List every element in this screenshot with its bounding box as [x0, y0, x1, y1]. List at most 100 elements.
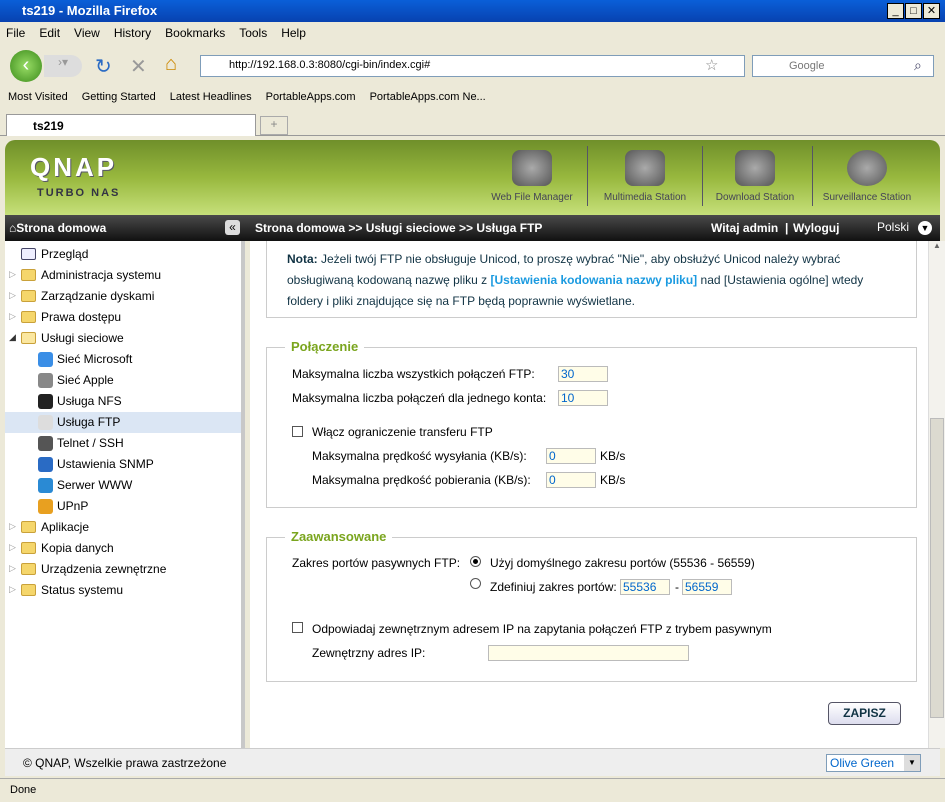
menu-view[interactable]: View	[74, 26, 100, 40]
overview-icon	[21, 248, 36, 260]
new-tab-button[interactable]: +	[260, 116, 288, 135]
app-web-file-manager[interactable]: Web File Manager	[477, 150, 587, 203]
sidebar-item-label: Zarządzanie dyskami	[41, 289, 155, 303]
external-ip-input[interactable]	[488, 645, 689, 661]
reload-icon[interactable]: ↻	[95, 54, 112, 79]
close-button[interactable]: ✕	[923, 3, 940, 19]
bookmark-getting-started[interactable]: Getting Started	[82, 91, 156, 103]
content-area: Nota: Jeżeli twój FTP nie obsługuje Unic…	[250, 241, 928, 748]
app-multimedia-station[interactable]: Multimedia Station	[590, 150, 700, 203]
logout-link[interactable]: Wyloguj	[793, 221, 839, 235]
sidebar-item[interactable]: Ustawienia SNMP	[5, 454, 241, 475]
max-account-input[interactable]: 10	[558, 390, 608, 406]
folder-icon	[21, 542, 36, 554]
note-prefix: Nota:	[287, 252, 318, 266]
service-icon	[38, 352, 53, 367]
surveillance-station-icon	[847, 150, 887, 186]
url-bar[interactable]: http://192.168.0.3:8080/cgi-bin/index.cg…	[200, 55, 745, 77]
theme-select[interactable]: Olive Green ▼	[826, 754, 921, 772]
default-range-radio[interactable]	[470, 556, 481, 567]
sidebar-item[interactable]: ▷ Status systemu	[5, 580, 241, 601]
search-icon[interactable]: ⌕	[914, 57, 922, 74]
sidebar-item[interactable]: Serwer WWW	[5, 475, 241, 496]
maximize-button[interactable]: □	[905, 3, 922, 19]
scrollbar[interactable]: ▲	[928, 241, 945, 748]
menu-edit[interactable]: Edit	[39, 26, 60, 40]
app-label: Multimedia Station	[603, 192, 687, 203]
external-ip-checkbox[interactable]	[292, 622, 303, 633]
sidebar-item[interactable]: ▷ Kopia danych	[5, 538, 241, 559]
encoding-settings-link[interactable]: [Ustawienia kodowania nazwy pliku]	[490, 273, 697, 287]
app-label: Surveillance Station	[822, 192, 912, 203]
download-input[interactable]: 0	[546, 472, 596, 488]
minimize-button[interactable]: _	[887, 3, 904, 19]
menu-bookmarks[interactable]: Bookmarks	[165, 26, 225, 40]
sidebar-item[interactable]: Usługa FTP	[5, 412, 241, 433]
sidebar-item[interactable]: Przegląd	[5, 244, 241, 265]
home-icon[interactable]: ⌂	[165, 53, 177, 76]
menu-file[interactable]: File	[6, 26, 25, 40]
stop-icon[interactable]: ✕	[130, 54, 147, 79]
bookmark-star-icon[interactable]: ☆	[705, 56, 718, 74]
tab-ts219[interactable]: ts219	[6, 114, 256, 136]
menu-tools[interactable]: Tools	[239, 26, 267, 40]
port-from-input[interactable]: 55536	[620, 579, 670, 595]
sidebar-item-label: Sieć Microsoft	[57, 352, 133, 366]
service-icon	[38, 499, 53, 514]
search-input[interactable]: Google	[752, 55, 934, 77]
sidebar-item[interactable]: ▷ Aplikacje	[5, 517, 241, 538]
expand-arrow-icon[interactable]: ▷	[9, 584, 16, 595]
sidebar-item-label: Usługa NFS	[57, 394, 122, 408]
expand-arrow-icon[interactable]: ▷	[9, 269, 16, 280]
language-select[interactable]: Polski	[877, 220, 909, 234]
expand-arrow-icon[interactable]: ▷	[9, 563, 16, 574]
upload-input[interactable]: 0	[546, 448, 596, 464]
expand-arrow-icon[interactable]: ▷	[9, 311, 16, 322]
sidebar-item-label: Sieć Apple	[57, 373, 114, 387]
save-button[interactable]: ZAPISZ	[828, 702, 901, 725]
max-all-input[interactable]: 30	[558, 366, 608, 382]
custom-range-label: Zdefiniuj zakres portów:	[490, 580, 617, 594]
breadcrumb: Strona domowa >> Usługi sieciowe >> Usłu…	[255, 221, 543, 235]
app-surveillance-station[interactable]: Surveillance Station	[812, 150, 922, 203]
custom-range-radio[interactable]	[470, 578, 481, 589]
expand-arrow-icon[interactable]: ▷	[9, 521, 16, 532]
language-dropdown-icon[interactable]: ▼	[918, 221, 932, 235]
sidebar-item[interactable]: ▷ Zarządzanie dyskami	[5, 286, 241, 307]
collapse-arrow-icon[interactable]: ◢	[9, 332, 16, 343]
port-to-input[interactable]: 56559	[682, 579, 732, 595]
sidebar-item[interactable]: Sieć Apple	[5, 370, 241, 391]
external-ip-label: Zewnętrzny adres IP:	[312, 646, 426, 660]
bookmark-portableapps[interactable]: PortableApps.com	[266, 91, 356, 103]
sidebar-home-label[interactable]: ⌂Strona domowa	[9, 221, 106, 235]
sidebar-item[interactable]: Usługa NFS	[5, 391, 241, 412]
sidebar-item[interactable]: ◢ Usługi sieciowe	[5, 328, 241, 349]
divider	[587, 146, 588, 206]
scroll-up-icon[interactable]: ▲	[929, 241, 945, 258]
sidebar-item-label: Administracja systemu	[41, 268, 162, 282]
passive-range-label: Zakres portów pasywnych FTP:	[292, 556, 461, 570]
home-text: Strona domowa	[16, 221, 107, 235]
collapse-sidebar-icon[interactable]: «	[225, 220, 240, 235]
app-download-station[interactable]: Download Station	[700, 150, 810, 203]
sidebar-item[interactable]: Sieć Microsoft	[5, 349, 241, 370]
sidebar-item[interactable]: ▷ Prawa dostępu	[5, 307, 241, 328]
expand-arrow-icon[interactable]: ▷	[9, 290, 16, 301]
service-icon	[38, 457, 53, 472]
sidebar-item[interactable]: ▷ Administracja systemu	[5, 265, 241, 286]
bookmark-most-visited[interactable]: Most Visited	[8, 91, 68, 103]
limit-transfer-checkbox[interactable]	[292, 426, 303, 437]
expand-arrow-icon[interactable]: ▷	[9, 542, 16, 553]
bookmark-portableapps-news[interactable]: PortableApps.com Ne...	[370, 91, 486, 103]
back-button[interactable]: ‹	[10, 50, 42, 82]
menu-help[interactable]: Help	[281, 26, 306, 40]
folder-icon	[21, 311, 36, 323]
menu-history[interactable]: History	[114, 26, 151, 40]
multimedia-station-icon	[625, 150, 665, 186]
sidebar-item[interactable]: ▷ Urządzenia zewnętrzne	[5, 559, 241, 580]
sidebar-item[interactable]: UPnP	[5, 496, 241, 517]
forward-button[interactable]: ›▾	[44, 55, 82, 77]
sidebar-item[interactable]: Telnet / SSH	[5, 433, 241, 454]
scroll-thumb[interactable]	[930, 418, 944, 718]
bookmark-latest-headlines[interactable]: Latest Headlines	[170, 91, 252, 103]
